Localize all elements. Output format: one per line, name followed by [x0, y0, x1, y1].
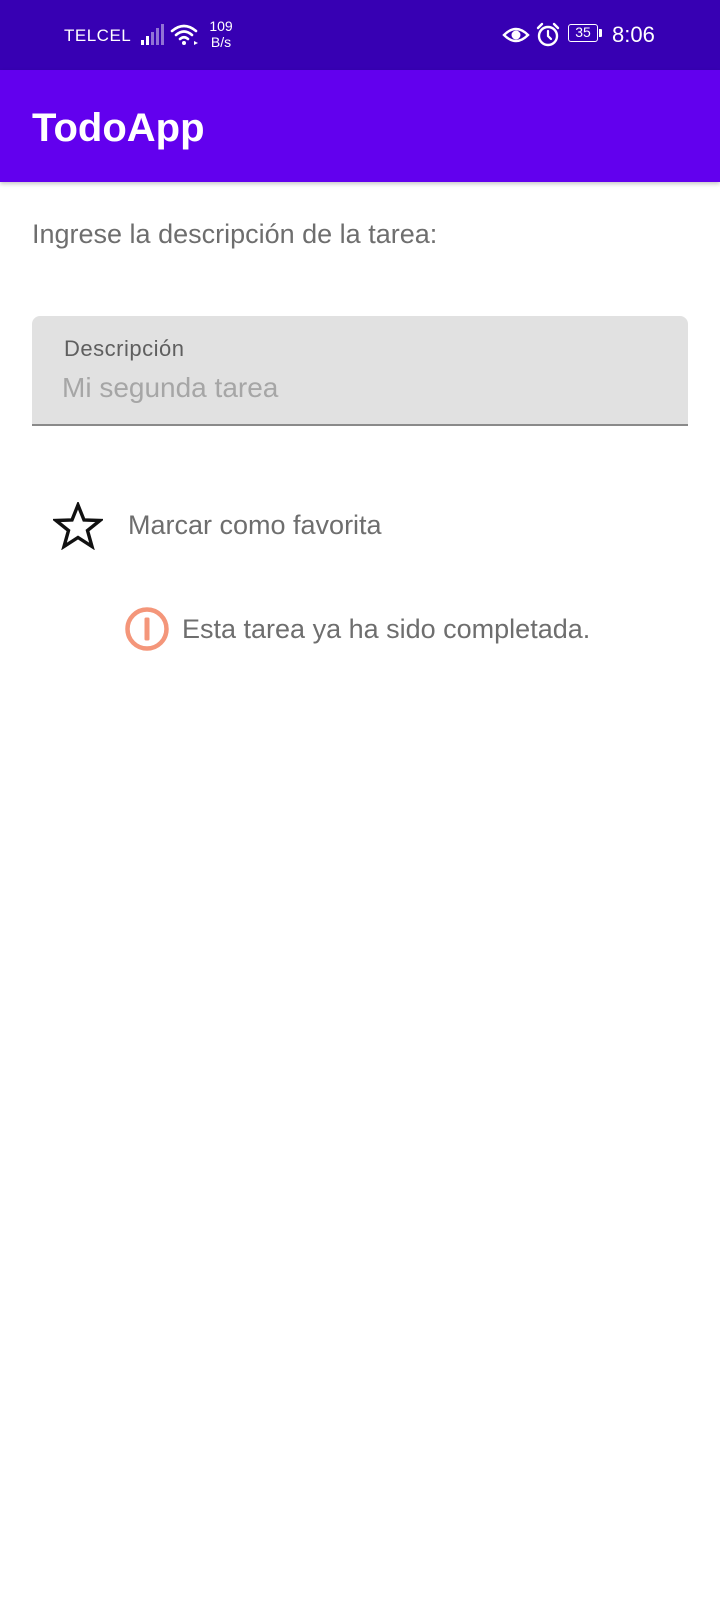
signal-icon — [141, 24, 164, 45]
app-title: TodoApp — [32, 106, 205, 150]
network-speed: 109 B/s — [208, 18, 234, 50]
eye-icon — [502, 27, 530, 43]
battery-icon: 35 — [568, 24, 602, 44]
wifi-icon — [170, 24, 198, 45]
network-speed-value: 109 — [209, 18, 233, 34]
completed-status-message: Esta tarea ya ha sido completada. — [124, 604, 644, 652]
completed-status-text: Esta tarea ya ha sido completada. — [182, 614, 591, 644]
description-input[interactable] — [62, 368, 662, 408]
description-field[interactable]: Descripción — [32, 316, 688, 426]
status-bar: TELCEL 109 B/s 35 8:06 — [0, 0, 720, 70]
description-field-label: Descripción — [64, 336, 185, 361]
favorite-label: Marcar como favorita — [128, 510, 382, 540]
star-outline-icon[interactable] — [53, 502, 103, 550]
alarm-icon — [536, 22, 560, 47]
description-prompt: Ingrese la descripción de la tarea: — [32, 219, 438, 249]
warning-icon — [125, 607, 169, 651]
favorite-checkbox[interactable]: Marcar como favorita — [48, 496, 468, 556]
battery-tip — [599, 29, 602, 37]
clock: 8:06 — [612, 22, 655, 47]
app-bar: TodoApp — [0, 70, 720, 182]
battery-level: 35 — [568, 24, 598, 42]
network-speed-unit: B/s — [210, 34, 232, 50]
carrier-name: TELCEL — [64, 26, 132, 45]
